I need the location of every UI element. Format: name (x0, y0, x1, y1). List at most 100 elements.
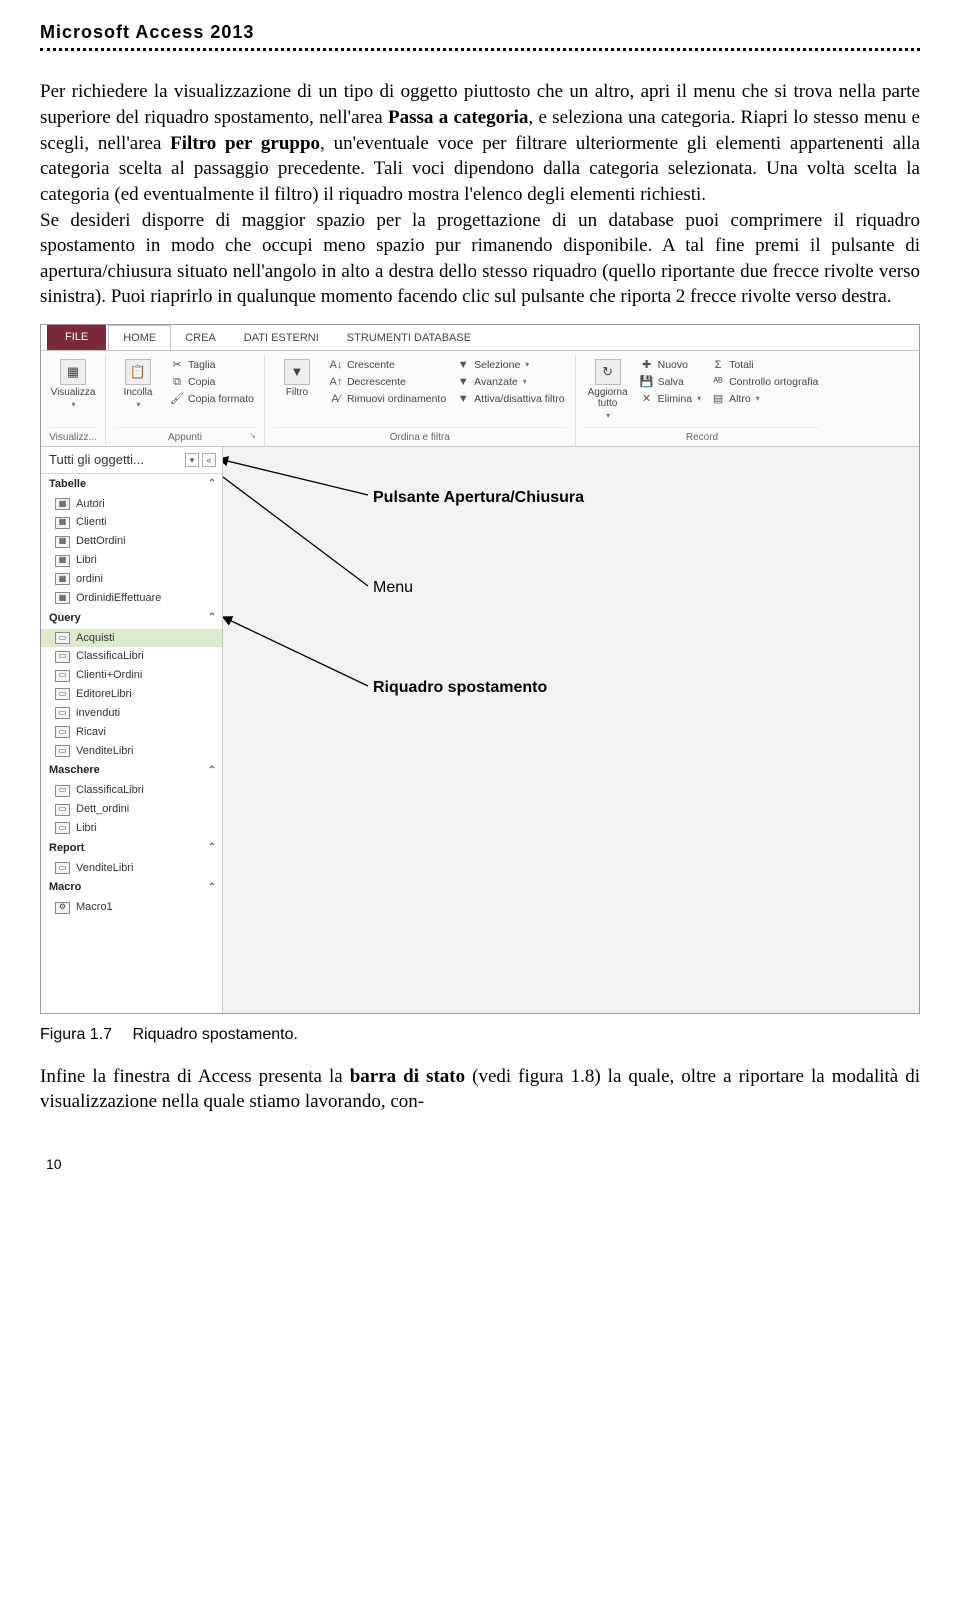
crescente-button[interactable]: A↓Crescente (327, 357, 448, 373)
nav-item-label: Acquisti (76, 631, 115, 646)
cut-icon: ✂ (170, 358, 184, 372)
decrescente-button[interactable]: A↑Decrescente (327, 374, 448, 390)
nav-item-report[interactable]: ▭ VenditeLibri (41, 859, 222, 878)
nav-item-query[interactable]: ▭Ricavi (41, 723, 222, 742)
nuovo-button[interactable]: ✚Nuovo (638, 357, 703, 373)
taglia-button[interactable]: ✂Taglia (168, 357, 256, 373)
nav-section-maschere[interactable]: Maschere ⌃ (41, 760, 222, 781)
nav-item-label: ordini (76, 572, 103, 587)
tab-home[interactable]: HOME (108, 325, 171, 350)
nav-section-macro[interactable]: Macro ⌃ (41, 877, 222, 898)
nav-section-query[interactable]: Query ⌃ (41, 608, 222, 629)
tab-crea[interactable]: CREA (171, 326, 230, 350)
nav-item-label: Dett_ordini (76, 802, 129, 817)
macro-icon: ⚙ (55, 902, 70, 914)
app-body: Tutti gli oggetti... ▾ « Tabelle ⌃ ▦Auto… (41, 447, 919, 1014)
nav-item-query[interactable]: ▭ClassificaLibri (41, 647, 222, 666)
copia-formato-button[interactable]: 🖌Copia formato (168, 391, 256, 407)
navpane-menu-dropdown[interactable]: ▾ (185, 453, 199, 467)
table-icon: ▦ (55, 573, 70, 585)
nav-item-label: Libri (76, 553, 97, 568)
nav-item-query[interactable]: ▭ Acquisti (41, 629, 222, 648)
remove-sort-icon: A⁄ (329, 392, 343, 406)
nav-item-table[interactable]: ▦Autori (41, 495, 222, 514)
nav-item-form[interactable]: ▭ Dett_ordini (41, 800, 222, 819)
form-icon: ▭ (55, 785, 70, 797)
ribbon: FILE HOME CREA DATI ESTERNI STRUMENTI DA… (41, 325, 919, 447)
salva-label: Salva (658, 375, 684, 389)
chevron-up-icon: ⌃ (208, 841, 216, 855)
tab-strumenti-database[interactable]: STRUMENTI DATABASE (333, 326, 485, 350)
paragraph-1: Per richiedere la visualizzazione di un … (40, 79, 920, 207)
navpane-collapse-button[interactable]: « (202, 453, 216, 467)
visualizza-button[interactable]: ▦ Visualizza ▾ (49, 357, 97, 413)
table-icon: ▦ (55, 517, 70, 529)
funnel-sel-icon: ▼ (456, 358, 470, 372)
form-icon: ▭ (55, 804, 70, 816)
nav-item-macro[interactable]: ⚙Macro1 (41, 898, 222, 917)
nav-item-query[interactable]: ▭Clienti+Ordini (41, 666, 222, 685)
elimina-button[interactable]: ✕Elimina▾ (638, 391, 703, 407)
nav-item-form[interactable]: ▭ ClassificaLibri (41, 781, 222, 800)
copy-icon: ⧉ (170, 375, 184, 389)
nav-item-table[interactable]: ▦ Libri (41, 551, 222, 570)
copia-button[interactable]: ⧉Copia (168, 374, 256, 390)
sigma-icon: Σ (711, 358, 725, 372)
nav-item-label: Libri (76, 821, 97, 836)
salva-button[interactable]: 💾Salva (638, 374, 703, 390)
tab-file[interactable]: FILE (47, 325, 106, 350)
nav-item-label: Clienti+Ordini (76, 668, 142, 683)
avanzate-label: Avanzate (474, 375, 518, 389)
funnel-adv-icon: ▼ (456, 375, 470, 389)
rimuovi-ordinamento-button[interactable]: A⁄Rimuovi ordinamento (327, 391, 448, 407)
nav-item-label: ClassificaLibri (76, 783, 144, 798)
ortografia-button[interactable]: ᴬᴮControllo ortografia (709, 374, 820, 390)
nav-item-table[interactable]: ▦ ordini (41, 570, 222, 589)
aggiorna-button[interactable]: ↻ Aggiorna tutto ▾ (584, 357, 632, 424)
chevron-down-icon: ▾ (525, 360, 529, 371)
incolla-button[interactable]: 📋 Incolla ▾ (114, 357, 162, 413)
query-icon: ▭ (55, 707, 70, 719)
nav-item-query[interactable]: ▭ invenduti (41, 704, 222, 723)
altro-button[interactable]: ▤Altro▾ (709, 391, 820, 407)
nav-item-table[interactable]: ▦DettOrdini (41, 532, 222, 551)
nav-section-report[interactable]: Report ⌃ (41, 838, 222, 859)
query-icon: ▭ (55, 726, 70, 738)
nav-item-label: invenduti (76, 706, 120, 721)
avanzate-button[interactable]: ▼Avanzate▾ (454, 374, 566, 390)
totali-button[interactable]: Σ Totali (709, 357, 820, 373)
aggiorna-label: Aggiorna tutto (588, 387, 628, 409)
totali-label: Totali (729, 358, 754, 372)
nav-item-query[interactable]: ▭EditoreLibri (41, 685, 222, 704)
page-number: 10 (40, 1155, 920, 1174)
new-icon: ✚ (640, 358, 654, 372)
nav-item-label: VenditeLibri (76, 861, 134, 876)
paste-icon: 📋 (125, 359, 151, 385)
ribbon-group-visualizza: ▦ Visualizza ▾ Visualizz... (41, 355, 106, 446)
nav-item-label: EditoreLibri (76, 687, 132, 702)
attiva-label: Attiva/disattiva filtro (474, 392, 564, 406)
selezione-button[interactable]: ▼Selezione▾ (454, 357, 566, 373)
group-label-ordina: Ordina e filtra (273, 427, 567, 445)
nav-section-label: Macro (49, 880, 81, 895)
nav-section-label: Query (49, 611, 81, 626)
nav-section-tabelle[interactable]: Tabelle ⌃ (41, 474, 222, 495)
nav-item-table[interactable]: ▦ Clienti (41, 513, 222, 532)
crescente-label: Crescente (347, 358, 395, 372)
toggle-filtro-button[interactable]: ▼ Attiva/disattiva filtro (454, 391, 566, 407)
nav-item-label: Clienti (76, 515, 107, 530)
nav-item-table[interactable]: ▦OrdinidiEffettuare (41, 589, 222, 608)
group-label-record: Record (584, 427, 821, 445)
query-icon: ▭ (55, 632, 70, 644)
tab-dati-esterni[interactable]: DATI ESTERNI (230, 326, 333, 350)
report-icon: ▭ (55, 862, 70, 874)
nav-item-form[interactable]: ▭Libri (41, 819, 222, 838)
table-icon: ▦ (55, 555, 70, 567)
text-run-bold: Passa a categoria (388, 107, 528, 128)
navpane-header[interactable]: Tutti gli oggetti... ▾ « (41, 447, 222, 474)
funnel-toggle-icon: ▼ (456, 392, 470, 406)
altro-label: Altro (729, 392, 751, 406)
filtro-button[interactable]: ▼ Filtro (273, 357, 321, 400)
nav-item-query[interactable]: ▭VenditeLibri (41, 742, 222, 761)
document-area: Pulsante Apertura/Chiusura Menu Riquadro… (223, 447, 919, 1014)
